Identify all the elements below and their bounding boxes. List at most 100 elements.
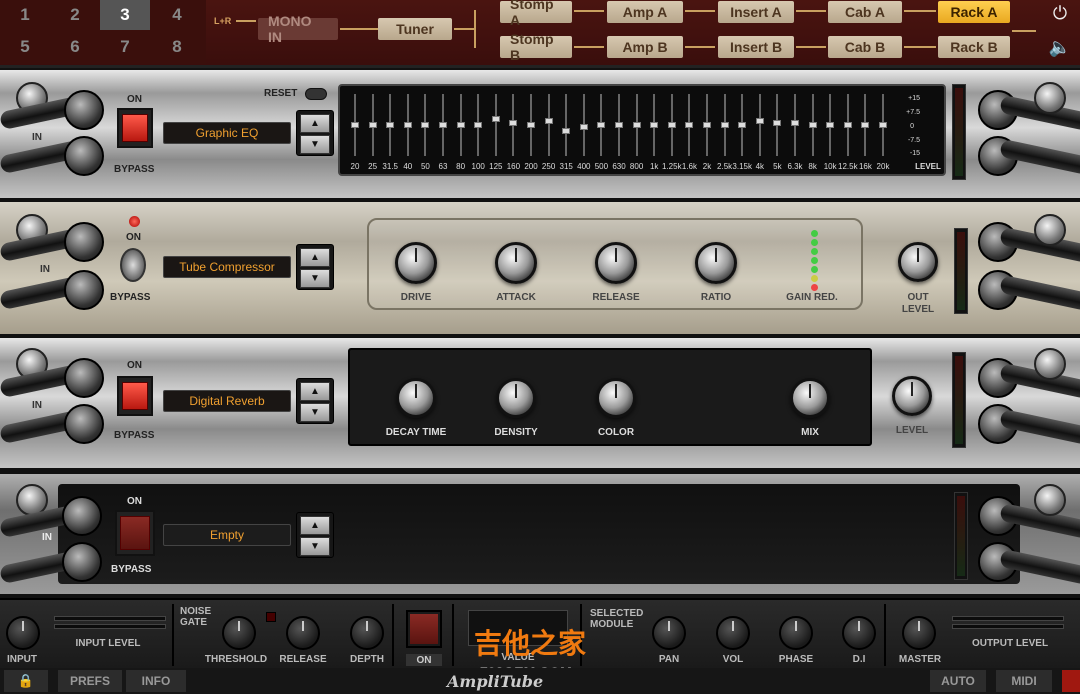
- amp-a-button[interactable]: Amp A: [607, 1, 683, 23]
- eq-slider-handle[interactable]: [562, 128, 571, 135]
- eq-slider-handle[interactable]: [597, 122, 606, 128]
- eq-slider-handle[interactable]: [474, 122, 483, 128]
- preset-4-button[interactable]: 4: [152, 0, 202, 30]
- eq-slider-handle[interactable]: [650, 122, 659, 128]
- out-level-knob[interactable]: [898, 242, 938, 282]
- amp-b-button[interactable]: Amp B: [607, 36, 683, 58]
- gate-on-button[interactable]: [406, 610, 442, 648]
- preset-2-button[interactable]: 2: [50, 0, 100, 30]
- eq-slider-handle[interactable]: [368, 122, 377, 128]
- eq-slider-handle[interactable]: [386, 122, 395, 128]
- di-knob[interactable]: [842, 616, 876, 650]
- tuner-button[interactable]: Tuner: [378, 18, 452, 40]
- bypass-toggle[interactable]: [120, 248, 146, 282]
- rack-b-button[interactable]: Rack B: [938, 36, 1010, 58]
- eq-slider-handle[interactable]: [720, 122, 729, 128]
- auto-button[interactable]: AUTO: [930, 670, 986, 692]
- release-knob[interactable]: [595, 242, 637, 284]
- eq-slider-handle[interactable]: [879, 122, 887, 128]
- preset-3-button[interactable]: 3: [100, 0, 150, 30]
- power-icon[interactable]: ⏻: [1050, 3, 1070, 23]
- eq-frequency-label: 6.3k: [787, 162, 803, 171]
- next-module-button[interactable]: ▼: [300, 269, 330, 288]
- eq-slider-handle[interactable]: [615, 122, 623, 128]
- eq-slider-handle[interactable]: [685, 122, 694, 128]
- preset-5-button[interactable]: 5: [0, 32, 50, 62]
- speaker-icon[interactable]: 🔈: [1049, 37, 1071, 57]
- eq-slider-handle[interactable]: [773, 119, 782, 126]
- input-knob[interactable]: [6, 616, 40, 650]
- module-name-display[interactable]: Graphic EQ: [163, 122, 291, 144]
- eq-slider-handle[interactable]: [826, 122, 835, 128]
- insert-b-button[interactable]: Insert B: [718, 36, 794, 58]
- preset-1-button[interactable]: 1: [0, 0, 50, 30]
- eq-slider-handle[interactable]: [755, 117, 764, 124]
- stomp-a-button[interactable]: Stomp A: [500, 0, 572, 28]
- drive-knob[interactable]: [395, 242, 437, 284]
- eq-slider-handle[interactable]: [791, 119, 799, 126]
- color-knob[interactable]: [596, 378, 636, 418]
- eq-slider-handle[interactable]: [843, 122, 852, 128]
- eq-slider-handle[interactable]: [738, 122, 747, 128]
- midi-button[interactable]: MIDI: [996, 670, 1052, 692]
- pan-knob[interactable]: [652, 616, 686, 650]
- info-button[interactable]: INFO: [126, 670, 186, 692]
- bypass-button[interactable]: [115, 510, 155, 556]
- reset-button[interactable]: [305, 88, 327, 100]
- mono-in-button[interactable]: MONO IN: [258, 13, 338, 45]
- phase-knob[interactable]: [779, 616, 813, 650]
- previous-module-button[interactable]: ▲: [300, 382, 330, 401]
- stomp-b-button[interactable]: Stomp B: [500, 31, 572, 63]
- eq-slider-track[interactable]: [758, 94, 761, 156]
- eq-slider-handle[interactable]: [861, 122, 870, 128]
- eq-slider-handle[interactable]: [456, 122, 465, 128]
- attack-knob[interactable]: [495, 242, 537, 284]
- mix-knob[interactable]: [790, 378, 830, 418]
- eq-slider-track[interactable]: [565, 94, 568, 156]
- eq-slider-handle[interactable]: [491, 115, 500, 122]
- eq-slider-handle[interactable]: [403, 122, 412, 128]
- cab-b-button[interactable]: Cab B: [828, 36, 902, 58]
- eq-slider-track[interactable]: [494, 94, 497, 156]
- previous-module-button[interactable]: ▲: [300, 516, 330, 535]
- eq-slider-handle[interactable]: [579, 124, 588, 131]
- rack-a-button[interactable]: Rack A: [938, 1, 1010, 23]
- threshold-knob[interactable]: [222, 616, 256, 650]
- eq-slider-handle[interactable]: [351, 122, 359, 128]
- eq-slider-handle[interactable]: [421, 122, 430, 128]
- eq-slider-handle[interactable]: [509, 119, 518, 126]
- lock-icon[interactable]: 🔒: [4, 670, 48, 692]
- density-knob[interactable]: [496, 378, 536, 418]
- eq-slider-handle[interactable]: [808, 122, 817, 128]
- eq-slider-handle[interactable]: [703, 122, 711, 128]
- depth-knob[interactable]: [350, 616, 384, 650]
- bypass-button[interactable]: [117, 108, 153, 148]
- vol-knob[interactable]: [716, 616, 750, 650]
- previous-module-button[interactable]: ▲: [300, 248, 330, 267]
- module-name-display[interactable]: Empty: [163, 524, 291, 546]
- master-knob[interactable]: [902, 616, 936, 650]
- preset-8-button[interactable]: 8: [152, 32, 202, 62]
- eq-slider-track[interactable]: [547, 94, 550, 156]
- decay-time-knob[interactable]: [396, 378, 436, 418]
- eq-slider-handle[interactable]: [439, 122, 447, 128]
- eq-slider-handle[interactable]: [544, 117, 553, 124]
- prefs-button[interactable]: PREFS: [58, 670, 122, 692]
- eq-slider-handle[interactable]: [527, 122, 535, 128]
- module-name-display[interactable]: Digital Reverb: [163, 390, 291, 412]
- preset-7-button[interactable]: 7: [100, 32, 150, 62]
- eq-slider-handle[interactable]: [667, 122, 676, 128]
- preset-6-button[interactable]: 6: [50, 32, 100, 62]
- insert-a-button[interactable]: Insert A: [718, 1, 794, 23]
- next-module-button[interactable]: ▼: [300, 135, 330, 154]
- release-knob[interactable]: [286, 616, 320, 650]
- previous-module-button[interactable]: ▲: [300, 114, 330, 133]
- module-name-display[interactable]: Tube Compressor: [163, 256, 291, 278]
- cab-a-button[interactable]: Cab A: [828, 1, 902, 23]
- next-module-button[interactable]: ▼: [300, 403, 330, 422]
- eq-slider-handle[interactable]: [632, 122, 641, 128]
- bypass-button[interactable]: [117, 376, 153, 416]
- next-module-button[interactable]: ▼: [300, 537, 330, 556]
- ratio-knob[interactable]: [695, 242, 737, 284]
- level-knob[interactable]: [892, 376, 932, 416]
